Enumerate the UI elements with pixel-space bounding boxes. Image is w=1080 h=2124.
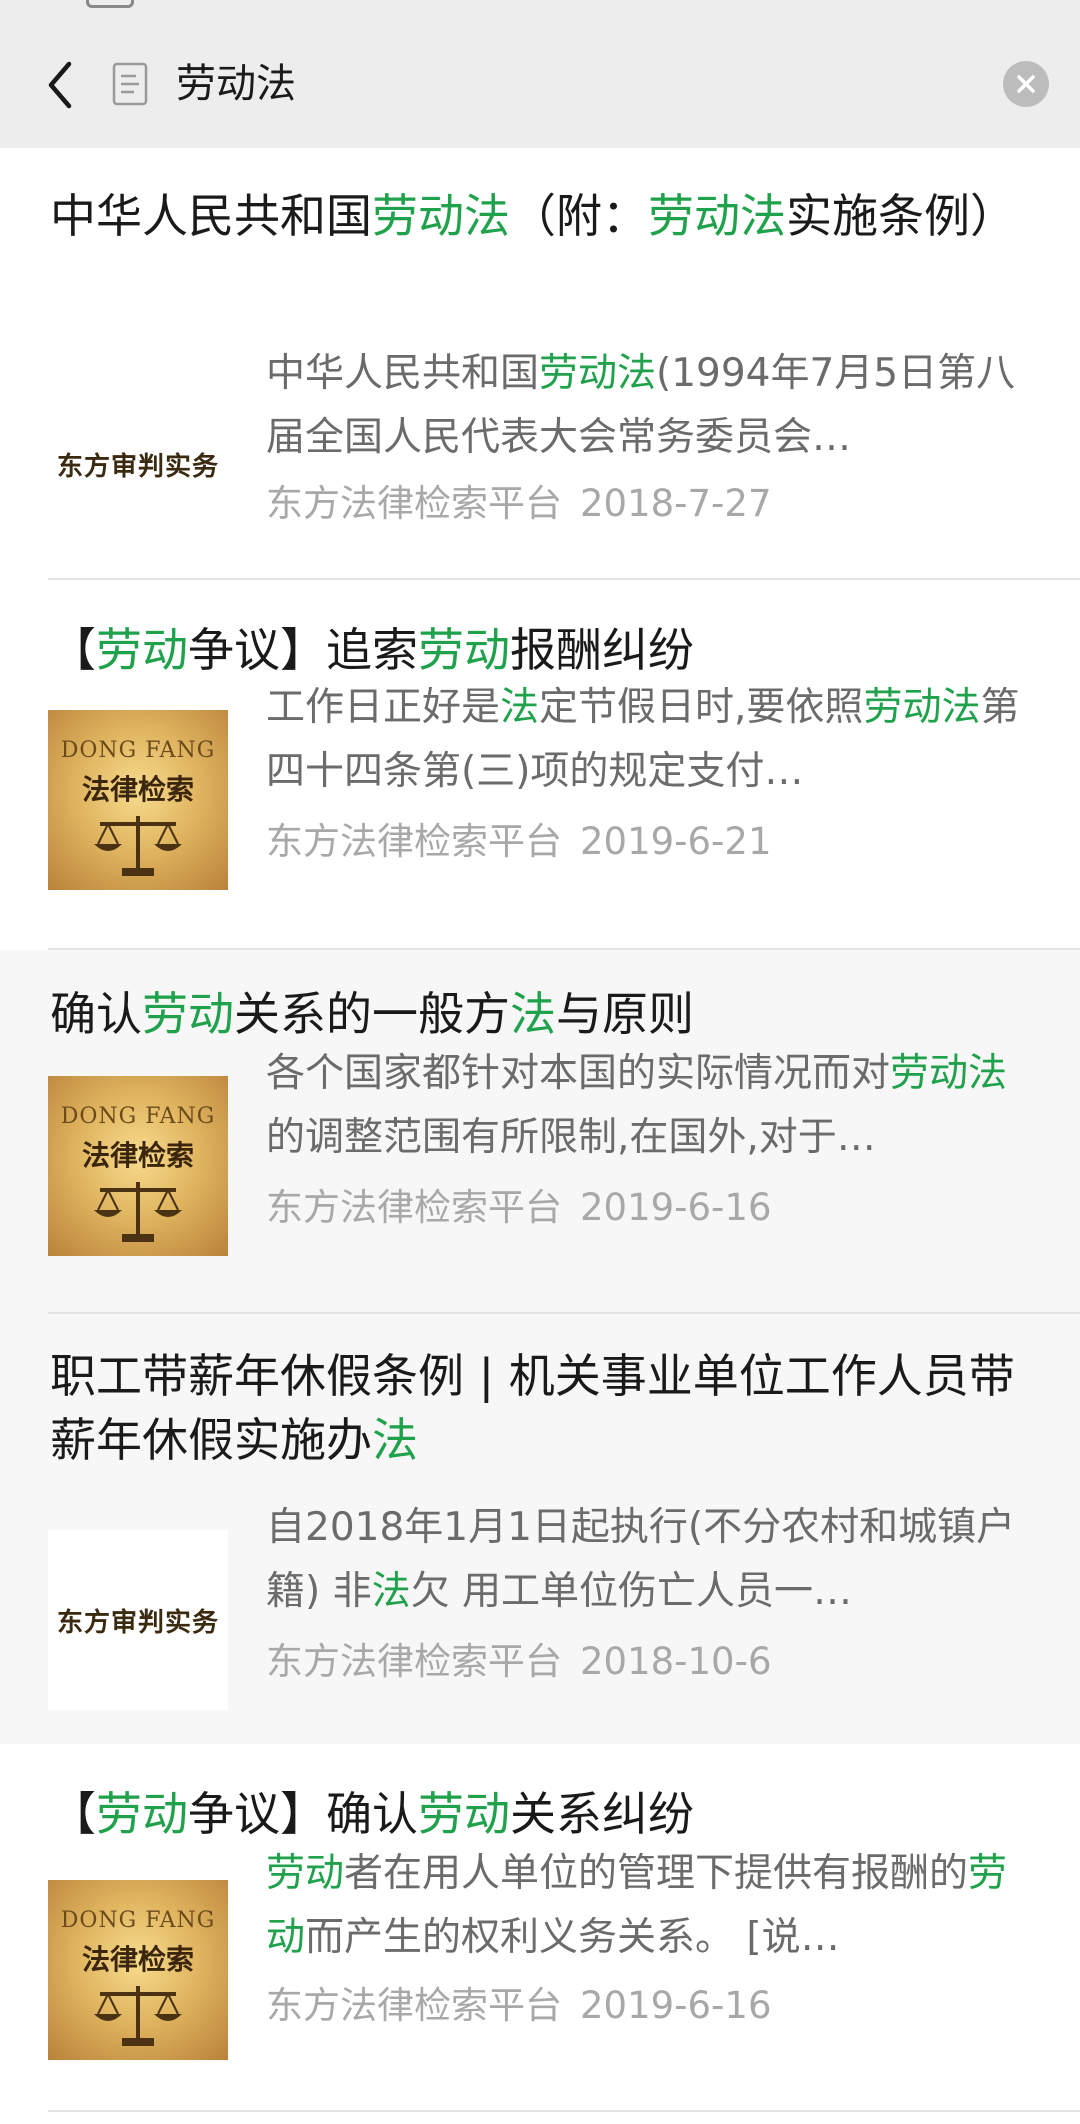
text-segment: 【 — [50, 1787, 96, 1841]
result-thumbnail: DONG FANG 法律检索 — [48, 1076, 228, 1256]
result-meta: 东方法律检索平台 2019-6-21 — [266, 814, 1046, 870]
keyword-highlight: 劳动 — [418, 1787, 510, 1841]
back-button[interactable] — [30, 50, 90, 120]
text-segment: 欠 用工单位伤亡人员一… — [410, 1569, 853, 1614]
result-meta: 东方法律检索平台 2019-6-16 — [266, 1978, 1046, 2034]
text-segment: 争议】确认 — [188, 1787, 418, 1841]
dongfang-trial-logo: 东方审判实务 — [48, 1530, 228, 1710]
text-segment: 关系纠纷 — [510, 1787, 694, 1841]
keyword-highlight: 法 — [371, 1569, 411, 1614]
keyword-highlight: 劳动 — [266, 1851, 345, 1896]
logo-english-text: DONG FANG — [60, 1908, 216, 1933]
text-segment: 工作日正好是 — [266, 685, 501, 730]
result-source: 东方法律检索平台 — [266, 482, 562, 525]
keyword-highlight: 劳动 — [142, 987, 234, 1041]
search-query[interactable]: 劳动法 — [176, 56, 296, 112]
result-meta: 东方法律检索平台 2018-10-6 — [266, 1634, 1046, 1690]
text-segment: 实施条例） — [786, 189, 1016, 243]
logo-chinese-text: 法律检索 — [81, 1943, 194, 1976]
result-meta: 东方法律检索平台 2018-7-27 — [266, 476, 1046, 532]
keyword-highlight: 劳动法 — [648, 189, 786, 243]
text-segment: 报酬纠纷 — [510, 623, 694, 677]
text-segment: 中华人民共和国 — [266, 351, 540, 396]
result-snippet: 自2018年1月1日起执行(不分农村和城镇户籍) 非法欠 用工单位伤亡人员一… — [266, 1496, 1036, 1624]
text-segment: 定节假日时,要依照 — [539, 685, 864, 730]
result-date: 2018-7-27 — [580, 482, 772, 525]
keyword-highlight: 劳动 — [418, 623, 510, 677]
dongfang-law-search-logo: DONG FANG 法律检索 — [48, 1076, 228, 1256]
result-item[interactable]: 确认劳动关系的一般方法与原则 DONG FANG 法律检索 各个国家都针对本国的… — [0, 950, 1080, 1314]
text-segment: 而产生的权利义务关系。 [说… — [305, 1915, 840, 1960]
logo-text: 东方审判实务 — [56, 1607, 219, 1638]
result-meta: 东方法律检索平台 2019-6-16 — [266, 1180, 1046, 1236]
keyword-highlight: 劳动法 — [863, 685, 981, 730]
scales-icon — [94, 816, 182, 876]
logo-chinese-text: 法律检索 — [81, 1139, 194, 1172]
result-thumbnail: DONG FANG 法律检索 — [48, 710, 228, 890]
keyword-highlight: 法 — [510, 987, 556, 1041]
result-thumbnail: 东方审判实务 — [48, 374, 228, 554]
text-segment: 【 — [50, 623, 96, 677]
result-title: 【劳动争议】确认劳动关系纠纷 — [50, 1782, 1040, 1846]
text-segment: 确认 — [50, 987, 142, 1041]
search-results-list[interactable]: 中华人民共和国劳动法（附：劳动法实施条例） 东方审判实务 中华人民共和国劳动法(… — [0, 148, 1080, 2124]
text-segment: 各个国家都针对本国的实际情况而对 — [266, 1051, 891, 1096]
dongfang-law-search-logo: DONG FANG 法律检索 — [48, 710, 228, 890]
keyword-highlight: 劳动法 — [372, 189, 510, 243]
result-snippet: 各个国家都针对本国的实际情况而对劳动法的调整范围有所限制,在国外,对于… — [266, 1042, 1036, 1170]
keyword-highlight: 法 — [500, 685, 540, 730]
result-snippet: 工作日正好是法定节假日时,要依照劳动法第四十四条第(三)项的规定支付… — [266, 676, 1036, 804]
text-segment: 关系的一般方 — [234, 987, 510, 1041]
chevron-left-icon — [48, 61, 72, 109]
result-snippet: 劳动者在用人单位的管理下提供有报酬的劳动而产生的权利义务关系。 [说… — [266, 1842, 1036, 1970]
text-segment: 与原则 — [556, 987, 694, 1041]
keyword-highlight: 法 — [372, 1413, 418, 1467]
dongfang-law-search-logo: DONG FANG 法律检索 — [48, 1880, 228, 2060]
result-date: 2019-6-16 — [580, 1186, 772, 1229]
text-segment: 的调整范围有所限制,在国外,对于… — [266, 1115, 876, 1160]
result-item[interactable]: 中华人民共和国劳动法（附：劳动法实施条例） 东方审判实务 中华人民共和国劳动法(… — [0, 148, 1080, 580]
text-segment: 者在用人单位的管理下提供有报酬的 — [344, 1851, 969, 1896]
clear-circle-icon — [1017, 75, 1035, 93]
result-source: 东方法律检索平台 — [266, 820, 562, 863]
result-title: 中华人民共和国劳动法（附：劳动法实施条例） — [50, 184, 1040, 248]
result-item[interactable]: 【劳动争议】追索劳动报酬纠纷 DONG FANG 法律检索 工作日正好是法定节假… — [0, 580, 1080, 950]
logo-text: 东方审判实务 — [56, 451, 219, 482]
dongfang-trial-logo: 东方审判实务 — [48, 374, 228, 554]
result-thumbnail: DONG FANG 法律检索 — [48, 1880, 228, 2060]
result-date: 2019-6-21 — [580, 820, 772, 863]
result-source: 东方法律检索平台 — [266, 1186, 562, 1229]
divider — [48, 2110, 1080, 2112]
clear-search-button[interactable] — [1003, 61, 1049, 107]
result-item[interactable]: 【劳动争议】确认劳动关系纠纷 DONG FANG 法律检索 劳动者在用人单位的管… — [0, 1744, 1080, 2124]
result-title: 职工带薪年休假条例 | 机关事业单位工作人员带薪年休假实施办法 — [50, 1344, 1040, 1472]
scales-icon — [94, 1182, 182, 1242]
result-date: 2018-10-6 — [580, 1640, 772, 1683]
document-icon — [112, 62, 148, 106]
keyword-highlight: 劳动 — [96, 1787, 188, 1841]
result-source: 东方法律检索平台 — [266, 1984, 562, 2027]
result-date: 2019-6-16 — [580, 1984, 772, 2027]
result-title: 确认劳动关系的一般方法与原则 — [50, 982, 1040, 1046]
logo-english-text: DONG FANG — [60, 738, 216, 763]
status-bar-fragment — [86, 0, 134, 8]
result-thumbnail: 东方审判实务 — [48, 1530, 228, 1710]
text-segment: （附： — [510, 189, 648, 243]
top-bar: 劳动法 — [0, 0, 1080, 148]
text-segment: 职工带薪年休假条例 | 机关事业单位工作人员带薪年休假实施办 — [50, 1349, 1015, 1467]
text-segment: 争议】追索 — [188, 623, 418, 677]
keyword-highlight: 劳动法 — [890, 1051, 1008, 1096]
result-item[interactable]: 职工带薪年休假条例 | 机关事业单位工作人员带薪年休假实施办法 东方审判实务 自… — [0, 1314, 1080, 1744]
keyword-highlight: 劳动 — [96, 623, 188, 677]
text-segment: 中华人民共和国 — [50, 189, 372, 243]
result-source: 东方法律检索平台 — [266, 1640, 562, 1683]
logo-english-text: DONG FANG — [60, 1104, 216, 1129]
logo-chinese-text: 法律检索 — [81, 773, 194, 806]
result-snippet: 中华人民共和国劳动法(1994年7月5日第八届全国人民代表大会常务委员会… — [266, 342, 1036, 470]
result-title: 【劳动争议】追索劳动报酬纠纷 — [50, 618, 1040, 682]
keyword-highlight: 劳动法 — [539, 351, 657, 396]
scales-icon — [94, 1986, 182, 2046]
